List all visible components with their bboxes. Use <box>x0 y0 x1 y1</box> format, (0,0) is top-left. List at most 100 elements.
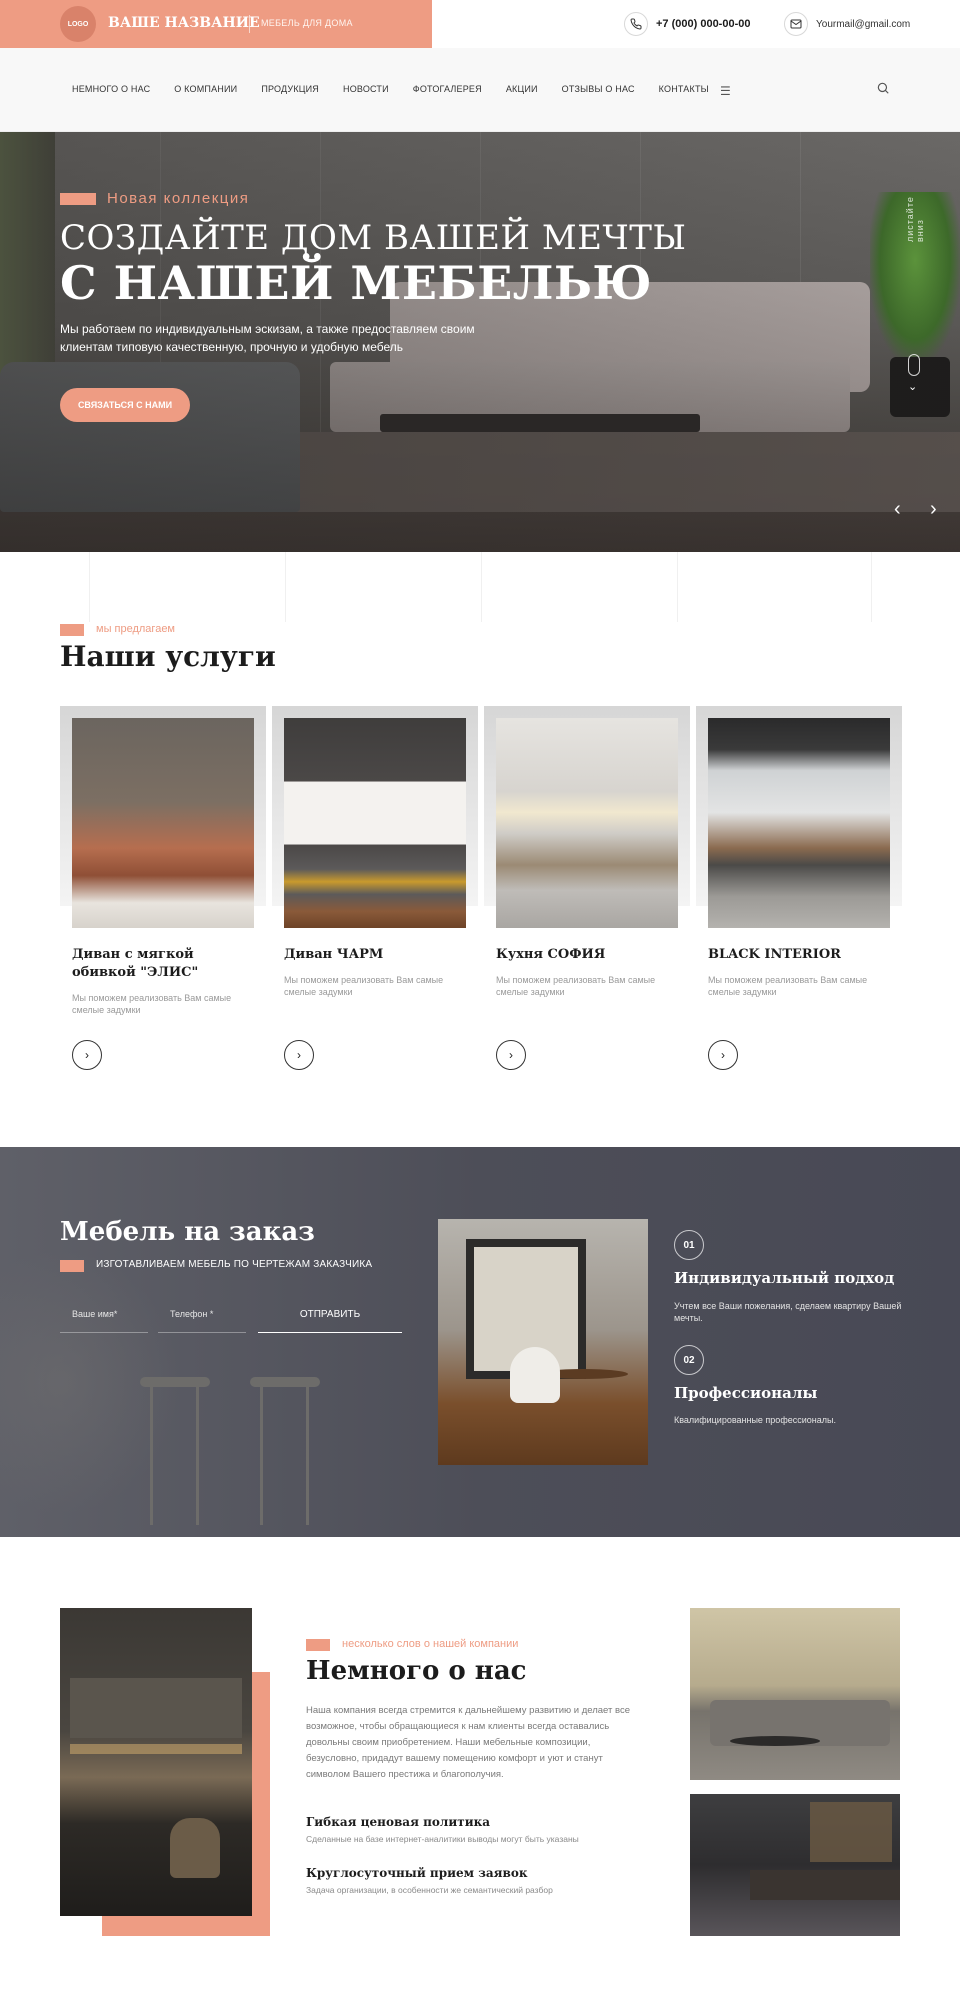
feature-number: 02 <box>674 1345 704 1375</box>
chevron-down-icon[interactable]: ⌄ <box>908 380 917 393</box>
custom-subtitle-bar <box>60 1260 84 1272</box>
background-stools <box>140 1377 320 1537</box>
custom-subtitle: ИЗГОТАВЛИВАЕМ МЕБЕЛЬ ПО ЧЕРТЕЖАМ ЗАКАЗЧИ… <box>96 1259 373 1270</box>
service-card[interactable]: BLACK INTERIOR Мы поможем реализовать Ва… <box>696 706 902 1096</box>
card-image[interactable] <box>708 718 890 928</box>
card-text: Мы поможем реализовать Вам самые смелые … <box>708 975 868 997</box>
services-kicker-bar <box>60 624 84 636</box>
brand-tagline: МЕБЕЛЬ ДЛЯ ДОМА <box>261 18 353 28</box>
brand-name[interactable]: ВАШЕ НАЗВАНИЕ <box>108 15 260 31</box>
stool-leg <box>196 1385 199 1525</box>
card-title[interactable]: Диван с мягкой обивкой "ЭЛИС" <box>72 946 254 982</box>
card-arrow-button[interactable]: › <box>72 1040 102 1070</box>
photo-light-strip <box>70 1744 242 1754</box>
about-feature-text: Задача организации, в особенности же сем… <box>306 1885 553 1895</box>
stool-leg <box>150 1385 153 1525</box>
service-card[interactable]: Диван с мягкой обивкой "ЭЛИС" Мы поможем… <box>60 706 266 1096</box>
hero-banner: Новая коллекция СОЗДАЙТЕ ДОМ ВАШЕЙ МЕЧТЫ… <box>0 132 960 552</box>
nav-item-promotions[interactable]: АКЦИИ <box>506 84 538 94</box>
services-title: Наши услуги <box>60 640 276 673</box>
main-nav: НЕМНОГО О НАС О КОМПАНИИ ПРОДУКЦИЯ НОВОС… <box>0 48 960 132</box>
slider-prev-icon[interactable]: ‹ <box>894 498 901 521</box>
card-text: Мы поможем реализовать Вам самые смелые … <box>496 975 656 997</box>
services-kicker: мы предлагаем <box>96 623 175 635</box>
column-guide <box>481 552 482 622</box>
nav-item-reviews[interactable]: ОТЗЫВЫ О НАС <box>562 84 635 94</box>
phone-contact[interactable]: +7 (000) 000-00-00 <box>624 12 750 36</box>
card-arrow-button[interactable]: › <box>284 1040 314 1070</box>
submit-button[interactable]: ОТПРАВИТЬ <box>258 1303 402 1333</box>
column-guides <box>0 552 960 622</box>
contact-us-button[interactable]: СВЯЗАТЬСЯ С НАМИ <box>60 388 190 422</box>
stool-leg <box>306 1385 309 1525</box>
menu-icon[interactable]: ☰ <box>720 84 731 98</box>
nav-items: НЕМНОГО О НАС О КОМПАНИИ ПРОДУКЦИЯ НОВОС… <box>72 84 709 94</box>
arrow-right-icon: › <box>509 1048 513 1062</box>
feature-text: Квалифицированные профессионалы. <box>674 1415 836 1425</box>
brand-block: LOGO ВАШЕ НАЗВАНИЕ МЕБЕЛЬ ДЛЯ ДОМА <box>0 0 432 48</box>
card-text: Мы поможем реализовать Вам самые смелые … <box>72 993 232 1015</box>
top-bar: LOGO ВАШЕ НАЗВАНИЕ МЕБЕЛЬ ДЛЯ ДОМА +7 (0… <box>0 0 960 48</box>
service-card[interactable]: Кухня СОФИЯ Мы поможем реализовать Вам с… <box>484 706 690 1096</box>
about-kicker: несколько слов о нашей компании <box>342 1638 519 1650</box>
card-title[interactable]: Диван ЧАРМ <box>284 946 466 964</box>
feature-number: 01 <box>674 1230 704 1260</box>
about-photo-living-room <box>690 1608 900 1780</box>
about-main-photo <box>60 1608 252 1916</box>
scroll-indicator[interactable] <box>908 354 920 376</box>
scroll-down-label: листайте вниз <box>905 196 925 242</box>
feature-title: Индивидуальный подход <box>674 1269 895 1287</box>
about-feature-title: Круглосуточный прием заявок <box>306 1866 528 1880</box>
nav-item-about-us[interactable]: НЕМНОГО О НАС <box>72 84 150 94</box>
about-feature-title: Гибкая ценовая политика <box>306 1815 491 1829</box>
feature-title: Профессионалы <box>674 1384 818 1402</box>
email-address: Yourmail@gmail.com <box>816 18 911 30</box>
card-arrow-button[interactable]: › <box>708 1040 738 1070</box>
custom-furniture-section: Мебель на заказ ИЗГОТАВЛИВАЕМ МЕБЕЛЬ ПО … <box>0 1147 960 1537</box>
phone-icon <box>624 12 648 36</box>
hero-kicker: Новая коллекция <box>107 190 250 207</box>
logo[interactable]: LOGO <box>60 6 96 42</box>
about-feature-text: Сделанные на базе интернет-аналитики выв… <box>306 1834 579 1844</box>
column-guide <box>677 552 678 622</box>
about-text: Наша компания всегда стремится к дальней… <box>306 1705 630 1780</box>
hero-description: Мы работаем по индивидуальным эскизам, а… <box>60 322 475 354</box>
search-icon[interactable] <box>876 81 890 100</box>
hero-title-line1: СОЗДАЙТЕ ДОМ ВАШЕЙ МЕЧТЫ <box>60 218 687 258</box>
nav-item-contacts[interactable]: КОНТАКТЫ <box>659 84 709 94</box>
arrow-right-icon: › <box>297 1048 301 1062</box>
nav-item-news[interactable]: НОВОСТИ <box>343 84 389 94</box>
about-kicker-bar <box>306 1639 330 1651</box>
brand-divider <box>249 15 250 33</box>
nav-item-company[interactable]: О КОМПАНИИ <box>174 84 237 94</box>
photo-chair <box>510 1347 560 1403</box>
about-title: Немного о нас <box>306 1656 527 1686</box>
photo-table <box>730 1736 820 1746</box>
custom-photo <box>438 1219 648 1465</box>
photo-shelf <box>810 1802 892 1862</box>
service-card[interactable]: Диван ЧАРМ Мы поможем реализовать Вам са… <box>272 706 478 1096</box>
card-title[interactable]: Кухня СОФИЯ <box>496 946 678 964</box>
slider-next-icon[interactable]: › <box>930 498 937 521</box>
nav-item-products[interactable]: ПРОДУКЦИЯ <box>261 84 319 94</box>
email-contact[interactable]: Yourmail@gmail.com <box>784 12 910 36</box>
name-input[interactable]: Ваше имя* <box>60 1303 148 1333</box>
card-title[interactable]: BLACK INTERIOR <box>708 946 890 964</box>
photo-counter <box>750 1870 900 1900</box>
about-photo-kitchen <box>690 1794 900 1936</box>
card-image[interactable] <box>284 718 466 928</box>
hero-kicker-bar <box>60 193 96 205</box>
photo-chair <box>170 1818 220 1878</box>
feature-text: Учтем все Ваши пожелания, сделаем кварти… <box>674 1301 902 1323</box>
card-image[interactable] <box>72 718 254 928</box>
photo-cabinet <box>70 1678 242 1738</box>
stool-leg <box>260 1385 263 1525</box>
nav-item-gallery[interactable]: ФОТОГАЛЕРЕЯ <box>413 84 482 94</box>
card-image[interactable] <box>496 718 678 928</box>
hero-title-line2: С НАШЕЙ МЕБЕЛЬЮ <box>60 256 653 310</box>
phone-input[interactable]: Телефон * <box>158 1303 246 1333</box>
custom-title: Мебель на заказ <box>60 1217 315 1247</box>
column-guide <box>285 552 286 622</box>
arrow-right-icon: › <box>85 1048 89 1062</box>
card-arrow-button[interactable]: › <box>496 1040 526 1070</box>
